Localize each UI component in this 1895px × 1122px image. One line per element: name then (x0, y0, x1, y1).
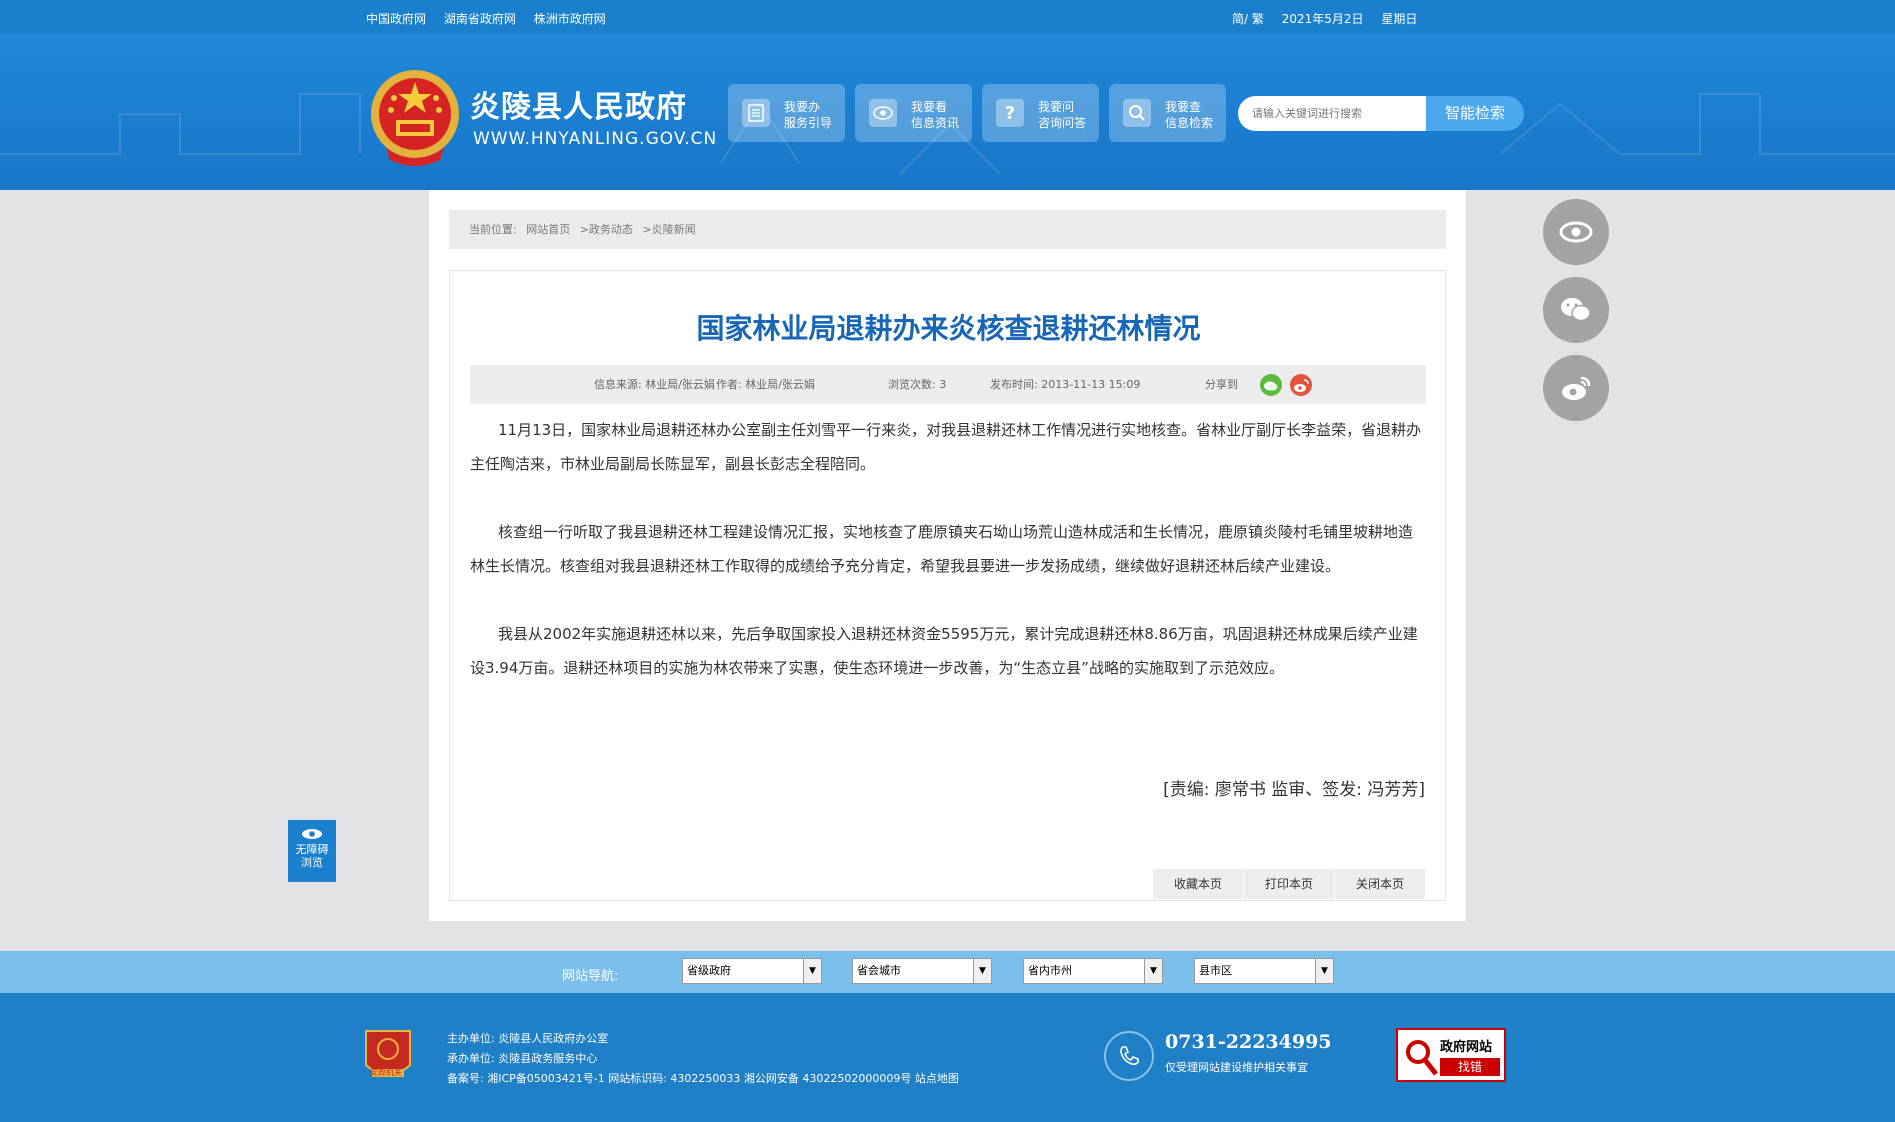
search-icon (1123, 99, 1151, 127)
eye-icon (1559, 221, 1593, 243)
accessibility-label-2: 浏览 (301, 856, 323, 869)
select-value: 省内市州 (1028, 964, 1072, 977)
article-body: 11月13日，国家林业局退耕还林办公室副主任刘雪平一行来炎，对我县退耕还林工作情… (470, 413, 1426, 719)
site-name: 炎陵县人民政府 (470, 90, 687, 125)
eye-icon (302, 829, 322, 839)
chevron-down-icon: ▼ (803, 959, 821, 983)
site-navigation-bar: 网站导航: 省级政府 ▼ 省会城市 ▼ 省内市州 ▼ 县市区 ▼ (0, 951, 1895, 993)
breadcrumb-label: 当前位置: (469, 223, 517, 236)
party-gov-badge[interactable]: 党政机关 (362, 1025, 414, 1085)
meta-views: 浏览次数: 3 (888, 378, 947, 391)
select-value: 省级政府 (687, 964, 731, 977)
province-city-select[interactable]: 省内市州 ▼ (1023, 958, 1163, 984)
quick-qa-button[interactable]: ? 我要问 咨询问答 (982, 84, 1099, 142)
quick-label-3: 我要问 (1038, 100, 1075, 114)
eye-icon (869, 99, 897, 127)
accessibility-button[interactable]: 无障碍 浏览 (288, 820, 336, 882)
top-right: 简/ 繁 2021年5月2日 星期日 (1232, 10, 1431, 27)
chevron-down-icon: ▼ (1144, 959, 1162, 983)
side-view-button[interactable] (1543, 199, 1609, 265)
top-links: 中国政府网 湖南省政府网 株洲市政府网 (366, 10, 620, 27)
accessibility-label-1: 无障碍 (295, 843, 329, 856)
gov-site-find-error-button[interactable]: 政府网站 找错 (1396, 1028, 1506, 1082)
weibo-share-icon[interactable] (1290, 374, 1312, 396)
date-text: 2021年5月2日 (1281, 12, 1364, 26)
bookmark-page-button[interactable]: 收藏本页 (1153, 869, 1243, 899)
weibo-icon (1562, 376, 1591, 400)
article-paragraph-3: 我县从2002年实施退耕还林以来，先后争取国家投入退耕还林资金5595万元，累计… (470, 625, 1418, 677)
provincial-gov-select[interactable]: 省级政府 ▼ (682, 958, 822, 984)
breadcrumb-yanling-news[interactable]: >炎陵新闻 (642, 223, 695, 236)
quick-info-news-button[interactable]: 我要看 信息资讯 (855, 84, 972, 142)
lang-switch[interactable]: 简/ 繁 (1232, 12, 1264, 26)
chevron-down-icon: ▼ (1315, 959, 1333, 983)
search-box: 智能检索 (1238, 96, 1524, 131)
article-paragraph-2: 核查组一行听取了我县退耕还林工程建设情况汇报，实地核查了鹿原镇夹石坳山场荒山造林… (470, 523, 1414, 575)
search-input[interactable] (1238, 96, 1426, 131)
footer-info: 主办单位: 炎陵县人民政府办公室 承办单位: 炎陵县政务服务中心 备案号: 湘I… (447, 1029, 959, 1089)
side-weibo-button[interactable] (1543, 355, 1609, 421)
site-url: WWW.HNYANLING.GOV.CN (473, 129, 718, 149)
document-icon (742, 99, 770, 127)
footer: 党政机关 主办单位: 炎陵县人民政府办公室 承办单位: 炎陵县政务服务中心 备案… (0, 993, 1895, 1122)
main-content: 当前位置: 网站首页 >政务动态 >炎陵新闻 国家林业局退耕办来炎核查退耕还林情… (429, 190, 1466, 921)
quick-service-guide-button[interactable]: 我要办 服务引导 (728, 84, 845, 142)
quick-label-2: 我要看 (911, 100, 948, 114)
share-label: 分享到 (1205, 378, 1238, 391)
link-zhuzhou-gov[interactable]: 株洲市政府网 (534, 12, 606, 26)
meta-author: 作者: 林业局/张云娟 (716, 378, 815, 391)
article-editor-credit: [责编: 廖常书 监审、签发: 冯芳芳] (1163, 780, 1425, 800)
wechat-share-icon[interactable] (1260, 374, 1282, 396)
magnifier-icon (1406, 1040, 1438, 1076)
footer-record: 备案号: 湘ICP备05003421号-1 网站标识码: 4302250033 … (447, 1072, 959, 1085)
footer-organizer: 承办单位: 炎陵县政务服务中心 (447, 1052, 598, 1065)
quick-label-4: 我要查 (1165, 100, 1202, 114)
link-central-gov[interactable]: 中国政府网 (366, 12, 426, 26)
select-value: 省会城市 (857, 964, 901, 977)
county-select[interactable]: 县市区 ▼ (1194, 958, 1334, 984)
capital-city-select[interactable]: 省会城市 ▼ (852, 958, 992, 984)
meta-source: 信息来源: 林业局/张云娟 (594, 378, 715, 391)
party-badge-text: 党政机关 (370, 1068, 402, 1077)
meta-published: 发布时间: 2013-11-13 15:09 (990, 378, 1141, 391)
breadcrumb-gov-news[interactable]: >政务动态 (580, 223, 633, 236)
close-page-button[interactable]: 关闭本页 (1335, 869, 1425, 899)
question-icon: ? (996, 99, 1024, 127)
phone-icon (1104, 1031, 1154, 1081)
article-title: 国家林业局退耕办来炎核查退耕还林情况 (696, 312, 1201, 345)
article: 国家林业局退耕办来炎核查退耕还林情况 信息来源: 林业局/张云娟 作者: 林业局… (449, 270, 1446, 901)
site-nav-label: 网站导航: (562, 969, 619, 984)
contact-phone: 0731-22234995 (1165, 1031, 1332, 1053)
weekday-text: 星期日 (1381, 12, 1418, 26)
article-paragraph-1: 11月13日，国家林业局退耕还林办公室副主任刘雪平一行来炎，对我县退耕还林工作情… (470, 421, 1422, 473)
national-emblem-icon (371, 70, 459, 166)
footer-host: 主办单位: 炎陵县人民政府办公室 (447, 1032, 609, 1045)
quick-label-1: 我要办 (784, 100, 821, 114)
quick-sub-1: 服务引导 (784, 116, 833, 130)
breadcrumb: 当前位置: 网站首页 >政务动态 >炎陵新闻 (449, 210, 1446, 249)
print-page-button[interactable]: 打印本页 (1244, 869, 1334, 899)
quick-sub-2: 信息资讯 (911, 116, 960, 130)
quick-sub-3: 咨询问答 (1038, 116, 1087, 130)
wechat-icon (1561, 298, 1591, 322)
findbug-line2: 找错 (1440, 1058, 1500, 1076)
chevron-down-icon: ▼ (973, 959, 991, 983)
quick-search-button[interactable]: 我要查 信息检索 (1109, 84, 1226, 142)
article-actions: 收藏本页 打印本页 关闭本页 (1152, 869, 1425, 899)
link-hunan-gov[interactable]: 湖南省政府网 (444, 12, 516, 26)
header: 炎陵县人民政府 WWW.HNYANLING.GOV.CN 我要办 服务引导 我要… (0, 34, 1895, 190)
quick-sub-4: 信息检索 (1165, 116, 1214, 130)
findbug-line1: 政府网站 (1440, 1040, 1493, 1055)
contact-phone-note: 仅受理网站建设维护相关事宜 (1165, 1061, 1308, 1074)
breadcrumb-home[interactable]: 网站首页 (526, 223, 570, 236)
smart-search-button[interactable]: 智能检索 (1426, 96, 1524, 131)
side-wechat-button[interactable] (1543, 277, 1609, 343)
top-bar: 中国政府网 湖南省政府网 株洲市政府网 简/ 繁 2021年5月2日 星期日 (0, 0, 1895, 34)
article-meta: 信息来源: 林业局/张云娟 作者: 林业局/张云娟 浏览次数: 3 发布时间: … (470, 365, 1426, 404)
select-value: 县市区 (1199, 964, 1232, 977)
